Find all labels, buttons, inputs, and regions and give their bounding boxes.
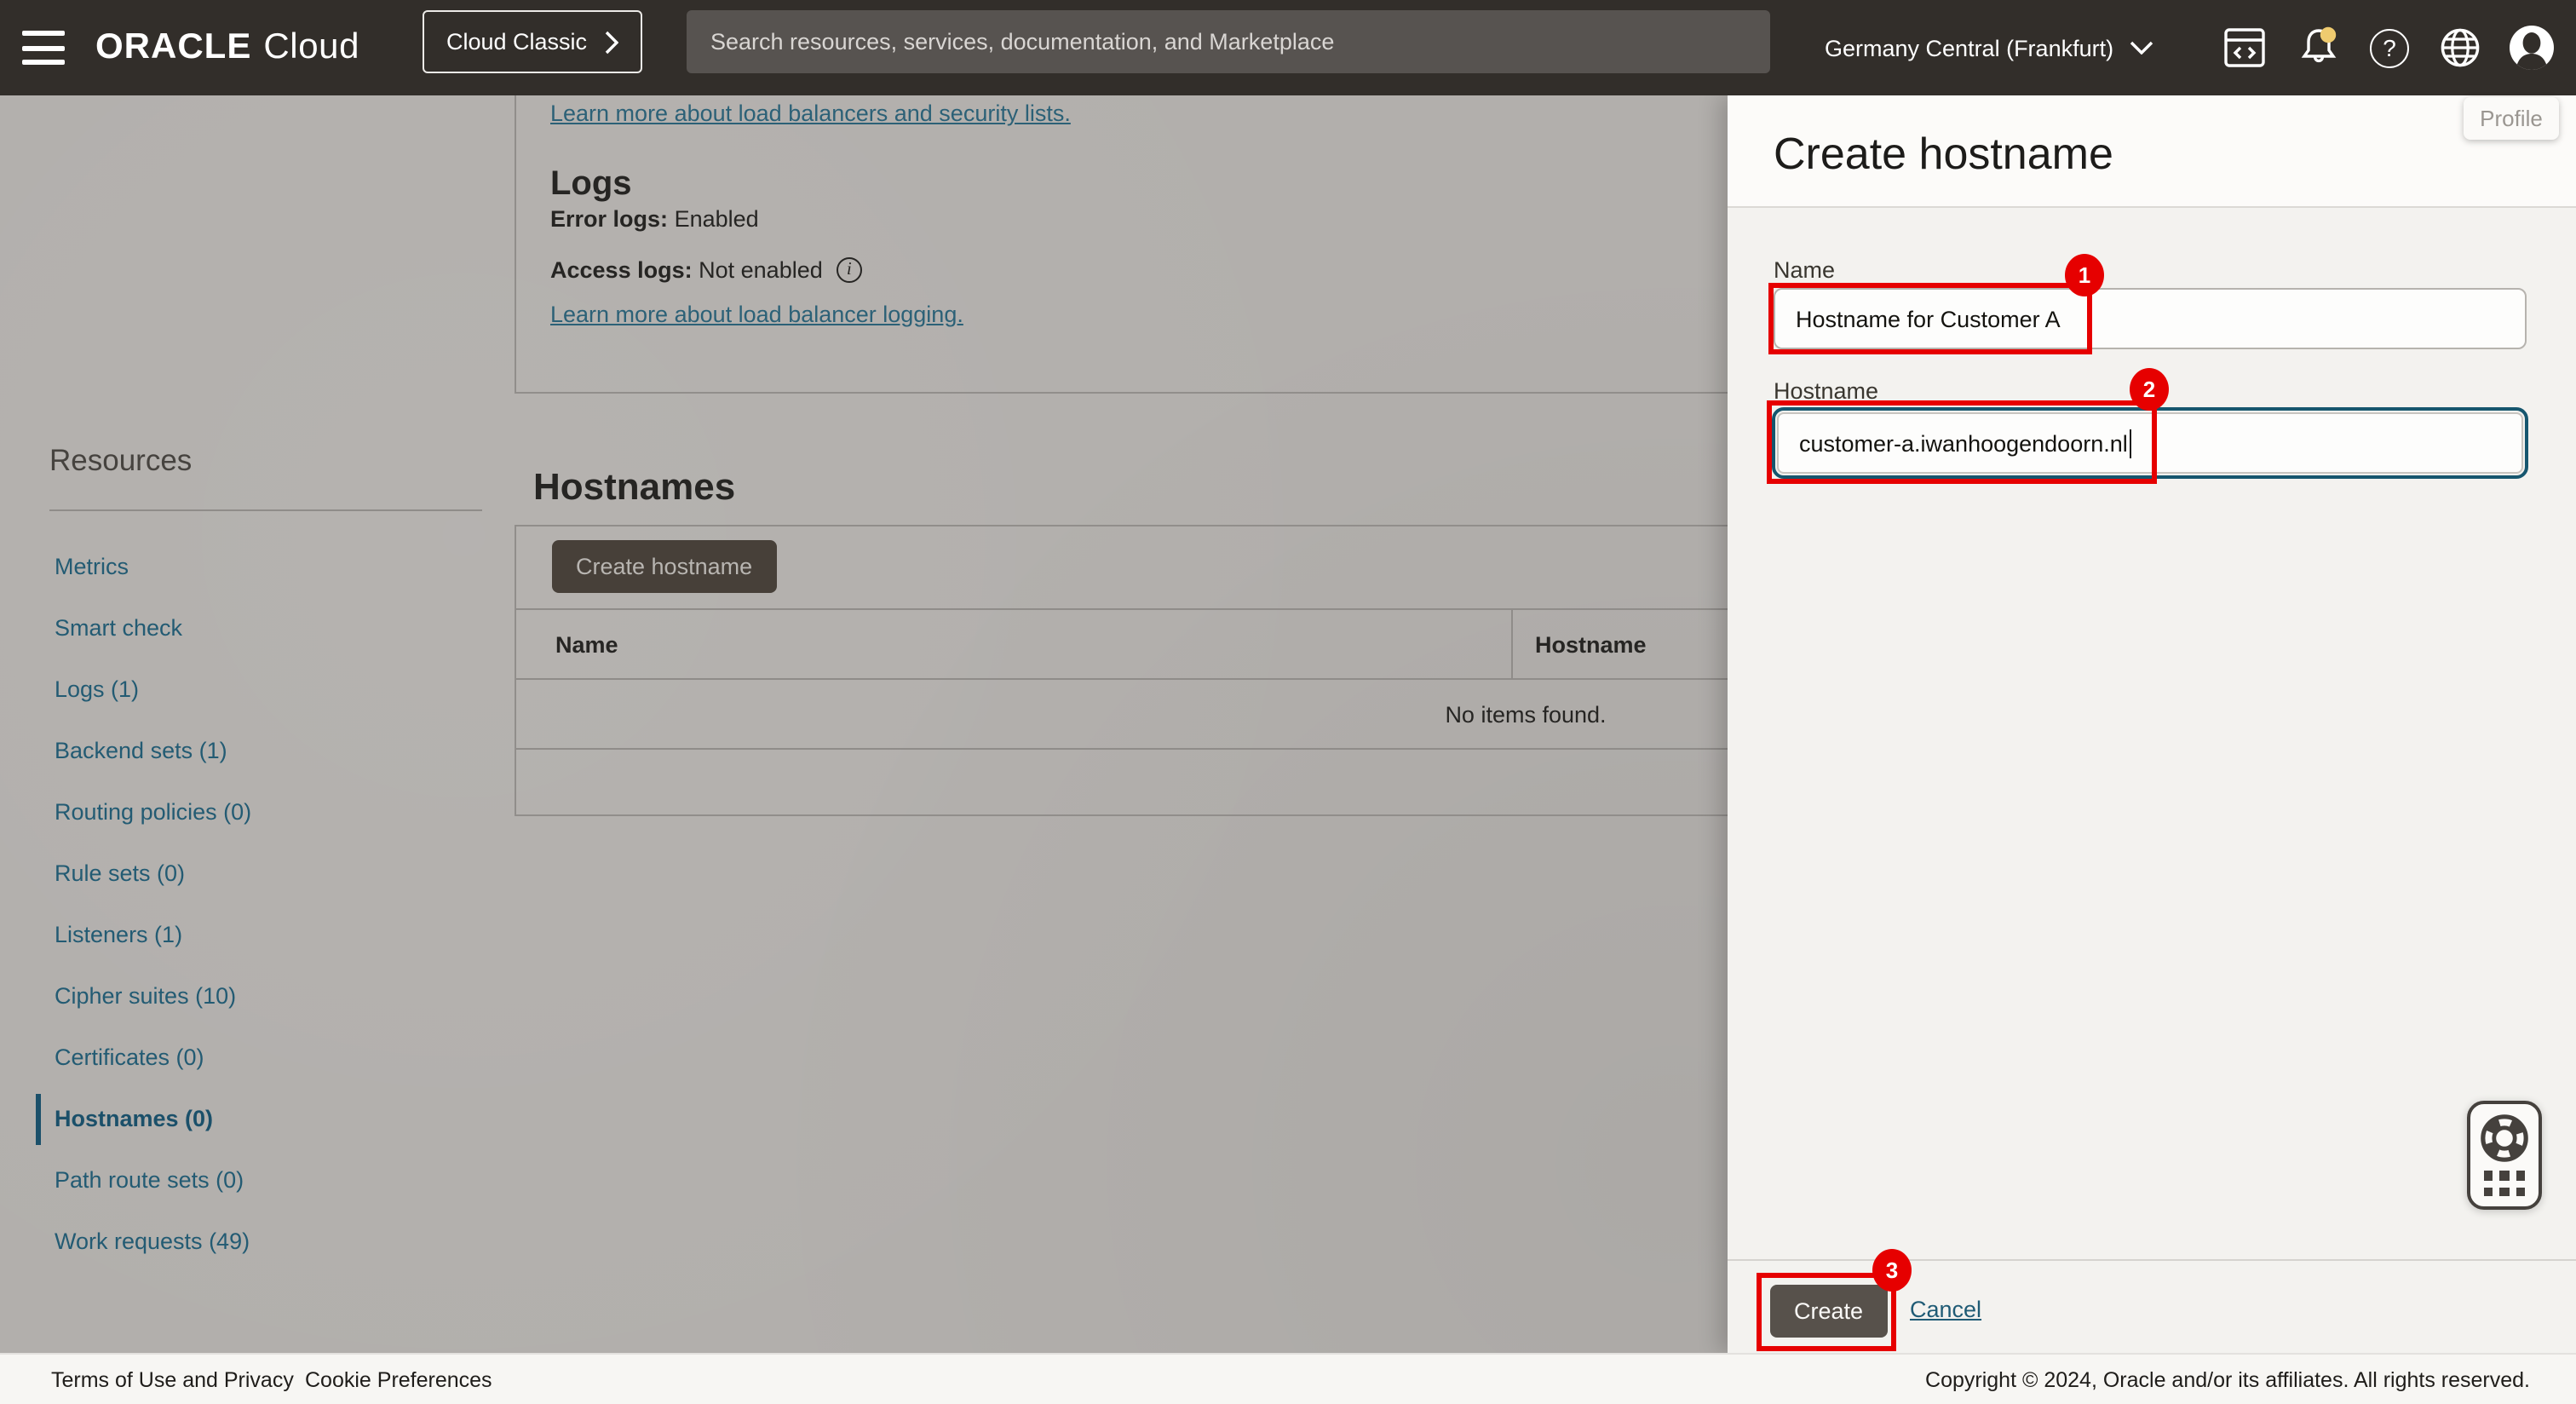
- developer-console-icon[interactable]: [2222, 0, 2268, 95]
- annotation-badge-2: 2: [2130, 368, 2169, 411]
- drawer-title: Create hostname: [1774, 128, 2113, 179]
- sidebar-item-certificates[interactable]: Certificates (0): [55, 1044, 251, 1072]
- chevron-right-icon: [604, 30, 618, 54]
- copyright-text: Copyright © 2024, Oracle and/or its affi…: [1925, 1367, 2530, 1391]
- sidebar-item-metrics[interactable]: Metrics: [55, 554, 251, 581]
- create-hostname-drawer: Create hostname Name Hostname for Custom…: [1728, 95, 2576, 1353]
- resources-divider: [49, 509, 482, 511]
- sidebar-item-rule-sets[interactable]: Rule sets (0): [55, 860, 251, 888]
- sidebar-item-work-requests[interactable]: Work requests (49): [55, 1228, 251, 1256]
- search-input[interactable]: [687, 10, 1770, 73]
- sidebar-item-routing-policies[interactable]: Routing policies (0): [55, 799, 251, 826]
- create-hostname-button-dimmed[interactable]: Create hostname: [552, 540, 777, 593]
- page-footer: Terms of Use and Privacy Cookie Preferen…: [0, 1353, 2576, 1404]
- profile-tooltip: Profile: [2464, 97, 2559, 140]
- sidebar-item-logs[interactable]: Logs (1): [55, 676, 251, 704]
- annotation-badge-3: 3: [1872, 1249, 1912, 1292]
- help-glyph: ?: [2383, 34, 2396, 61]
- hostname-field-label: Hostname: [1774, 378, 1879, 404]
- hostnames-section-heading: Hostnames: [533, 465, 736, 509]
- name-input[interactable]: Hostname for Customer A: [1774, 288, 2527, 349]
- hostname-input-value: customer-a.iwanhoogendoorn.nl: [1799, 430, 2128, 456]
- sidebar-item-listeners[interactable]: Listeners (1): [55, 922, 251, 949]
- empty-message: No items found.: [1445, 701, 1607, 727]
- logo-cloud-text: Cloud: [263, 27, 360, 66]
- selected-indicator: [36, 1094, 41, 1145]
- access-logs-label: Access logs:: [550, 257, 693, 283]
- cloud-classic-label: Cloud Classic: [446, 29, 588, 55]
- terms-link[interactable]: Terms of Use and Privacy: [51, 1367, 294, 1391]
- hostname-input-focus-ring: customer-a.iwanhoogendoorn.nl: [1772, 407, 2528, 479]
- help-icon[interactable]: ?: [2370, 0, 2409, 95]
- name-input-value: Hostname for Customer A: [1796, 306, 2061, 331]
- access-logs-value: Not enabled: [699, 257, 823, 283]
- sidebar-item-backend-sets[interactable]: Backend sets (1): [55, 738, 251, 765]
- cookie-preferences-link[interactable]: Cookie Preferences: [305, 1367, 492, 1391]
- column-header-hostname: Hostname: [1535, 632, 1647, 658]
- language-globe-icon[interactable]: [2438, 0, 2482, 95]
- sidebar-item-path-route-sets[interactable]: Path route sets (0): [55, 1167, 251, 1194]
- error-logs-value: Enabled: [674, 206, 759, 232]
- annotation-badge-1: 1: [2065, 254, 2104, 296]
- cloud-classic-button[interactable]: Cloud Classic: [423, 10, 642, 73]
- chevron-down-icon: [2129, 41, 2153, 55]
- notifications-bell-icon[interactable]: [2295, 0, 2343, 95]
- drawer-header: Create hostname: [1728, 95, 2576, 208]
- profile-tooltip-label: Profile: [2480, 106, 2543, 131]
- create-button[interactable]: Create: [1770, 1285, 1888, 1338]
- logs-heading: Logs: [550, 165, 632, 203]
- oracle-cloud-logo[interactable]: ORACLE Cloud: [95, 0, 359, 95]
- info-icon[interactable]: i: [836, 257, 862, 283]
- name-field-label: Name: [1774, 257, 1836, 283]
- grid-dots-icon: [2483, 1171, 2526, 1196]
- security-lists-link[interactable]: Learn more about load balancers and secu…: [550, 101, 1071, 126]
- sidebar-item-label: Hostnames (0): [55, 1106, 214, 1131]
- resources-heading: Resources: [49, 443, 193, 477]
- region-selector[interactable]: Germany Central (Frankfurt): [1825, 0, 2153, 95]
- hamburger-menu-icon[interactable]: [22, 26, 68, 70]
- error-logs-label: Error logs:: [550, 206, 669, 232]
- profile-avatar[interactable]: [2508, 0, 2556, 95]
- info-glyph: i: [846, 261, 852, 279]
- sidebar-item-smart-check[interactable]: Smart check: [55, 615, 251, 642]
- top-navigation-bar: ORACLE Cloud Cloud Classic Germany Centr…: [0, 0, 2576, 95]
- sidebar-item-cipher-suites[interactable]: Cipher suites (10): [55, 983, 251, 1010]
- logging-link[interactable]: Learn more about load balancer logging.: [550, 302, 963, 327]
- error-logs-row: Error logs: Enabled: [550, 206, 759, 232]
- text-cursor: [2129, 429, 2132, 457]
- access-logs-row: Access logs: Not enabled i: [550, 257, 862, 283]
- cancel-link[interactable]: Cancel: [1910, 1297, 1981, 1322]
- logo-oracle-text: ORACLE: [95, 27, 252, 66]
- notification-dot: [2320, 26, 2337, 43]
- resources-sidebar: Metrics Smart check Logs (1) Backend set…: [36, 554, 251, 1256]
- drawer-footer: Create Cancel: [1728, 1259, 2576, 1353]
- support-widget-button[interactable]: [2467, 1101, 2542, 1210]
- column-header-name: Name: [555, 632, 618, 658]
- sidebar-item-hostnames[interactable]: Hostnames (0): [36, 1094, 251, 1145]
- oracle-cloud-console: ORACLE Cloud Cloud Classic Germany Centr…: [0, 0, 2576, 1404]
- lifebuoy-icon: [2481, 1114, 2528, 1162]
- region-label: Germany Central (Frankfurt): [1825, 35, 2114, 60]
- global-search: [687, 10, 1770, 73]
- hostname-input[interactable]: customer-a.iwanhoogendoorn.nl: [1777, 412, 2523, 474]
- column-divider: [1511, 610, 1513, 678]
